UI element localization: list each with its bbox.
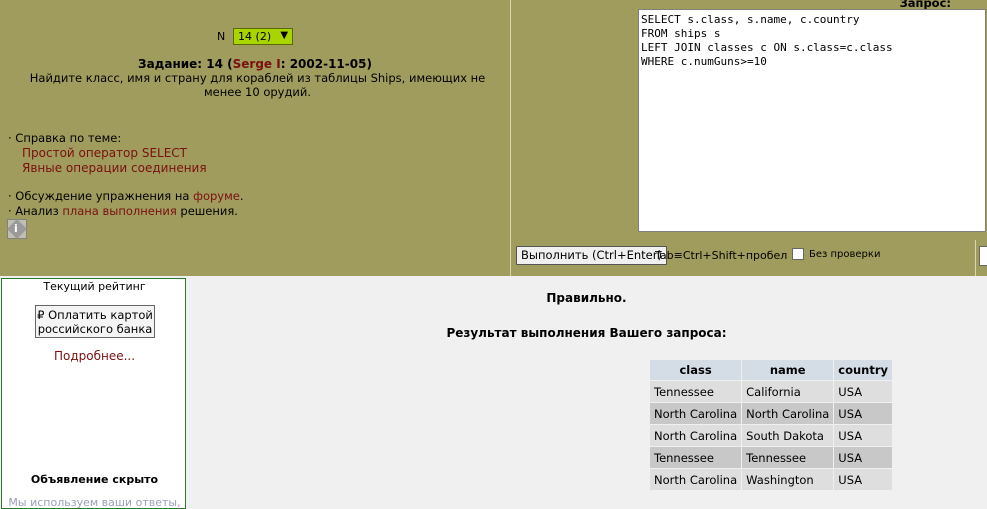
result-title: Результат выполнения Вашего запроса: (446, 326, 727, 340)
query-editor[interactable]: SELECT s.class, s.name, c.country FROM s… (638, 9, 986, 232)
help-link-simple-select[interactable]: Простой оператор SELECT (8, 146, 207, 161)
forum-prefix: · Обсуждение упражнения на (8, 189, 194, 203)
pay-card-button[interactable]: ₽ Оплатить картой российского банка (35, 305, 155, 338)
plan-prefix: · Анализ (8, 204, 63, 218)
no-verify-label: Без проверки (809, 249, 881, 260)
table-cell: North Carolina (650, 425, 742, 446)
result-area: Правильно. Результат выполнения Вашего з… (186, 278, 987, 509)
chevron-down-icon: ▼ (280, 30, 289, 41)
table-row: North Carolina South Dakota USA (650, 425, 893, 446)
rating-sidebar: Текущий рейтинг ₽ Оплатить картой россий… (1, 278, 186, 509)
task-title: Задание: 14 (Serge I: 2002-11-05) (0, 57, 510, 71)
help-link-explicit-joins[interactable]: Явные операции соединения (8, 161, 207, 176)
table-cell: Tennessee (650, 381, 742, 402)
table-cell: USA (834, 447, 893, 468)
table-cell: North Carolina (650, 469, 742, 490)
table-cell: South Dakota (742, 425, 834, 446)
run-query-button[interactable]: Выполнить (Ctrl+Enter) (516, 246, 667, 265)
column-header: class (650, 360, 742, 380)
forum-line: · Обсуждение упражнения на форуме. (8, 189, 244, 204)
exercise-header-panel: N 14 (2) ▼ Задание: 14 (Serge I: 2002-11… (0, 0, 987, 276)
forum-link[interactable]: форуме (193, 189, 240, 203)
help-heading: · Справка по теме: (8, 131, 122, 145)
table-cell: North Carolina (650, 403, 742, 424)
forum-suffix: . (239, 189, 244, 203)
rating-title: Текущий рейтинг (43, 280, 146, 293)
table-row: Tennessee California USA (650, 381, 893, 402)
table-cell: USA (834, 425, 893, 446)
table-cell: Tennessee (650, 447, 742, 468)
task-title-prefix: Задание: 14 ( (138, 57, 233, 71)
task-title-suffix: : 2002-11-05) (280, 57, 372, 71)
table-row: North Carolina North Carolina USA (650, 403, 893, 424)
query-panel: Запрос: SELECT s.class, s.name, c.countr… (511, 0, 987, 276)
table-cell: Tennessee (742, 447, 834, 468)
task-number-value: 14 (2) (238, 30, 272, 43)
no-verify-checkbox[interactable] (792, 248, 804, 260)
result-table: class name country Tennessee California … (649, 359, 893, 491)
toolbar-extra-button[interactable] (979, 246, 987, 266)
task-selector-label: N (216, 30, 226, 43)
result-header-row: class name country (650, 360, 893, 380)
query-toolbar: Выполнить (Ctrl+Enter) Tab≡Ctrl+Shift+пр… (511, 238, 987, 276)
table-cell: USA (834, 469, 893, 490)
task-description: Найдите класс, имя и страну для кораблей… (29, 71, 486, 99)
table-row: North Carolina Washington USA (650, 469, 893, 490)
task-author-link[interactable]: Serge I (233, 57, 281, 71)
table-cell: USA (834, 381, 893, 402)
ad-note: Мы используем ваши ответы, (8, 496, 181, 509)
help-section: · Справка по теме: Простой оператор SELE… (8, 131, 207, 176)
tab-hint: Tab≡Ctrl+Shift+пробел (655, 249, 788, 262)
task-number-select[interactable]: 14 (2) ▼ (233, 28, 294, 45)
task-selector-row: N 14 (2) ▼ (0, 28, 510, 45)
ad-hidden-label: Объявление скрыто (30, 473, 159, 486)
table-cell: Washington (742, 469, 834, 490)
info-glyph: i (14, 222, 18, 235)
plan-line: · Анализ плана выполнения решения. (8, 204, 244, 219)
plan-link[interactable]: плана выполнения (62, 204, 176, 218)
toolbar-separator (975, 240, 976, 276)
column-header: name (742, 360, 834, 380)
result-status: Правильно. (546, 291, 627, 305)
table-cell: California (742, 381, 834, 402)
plan-suffix: решения. (176, 204, 238, 218)
discussion-section: · Обсуждение упражнения на форуме. · Ана… (8, 189, 244, 219)
task-panel: N 14 (2) ▼ Задание: 14 (Serge I: 2002-11… (0, 0, 510, 276)
table-row: Tennessee Tennessee USA (650, 447, 893, 468)
table-cell: USA (834, 403, 893, 424)
column-header: country (834, 360, 893, 380)
table-cell: North Carolina (742, 403, 834, 424)
info-icon[interactable]: i (7, 219, 27, 239)
more-details-link[interactable]: Подробнее... (2, 349, 187, 363)
